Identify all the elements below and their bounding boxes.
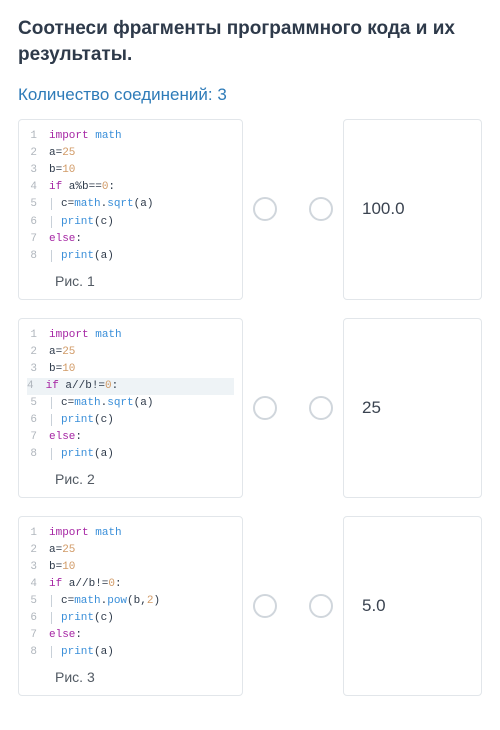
line-number: 3 (27, 361, 49, 378)
code-text: else: (49, 231, 82, 248)
code-text: c=math.sqrt(a) (49, 395, 153, 412)
connections-count: Количество соединений: 3 (18, 85, 482, 105)
code-text: print(a) (49, 248, 114, 265)
code-text: import math (49, 525, 122, 542)
code-text: if a//b!=0: (49, 576, 122, 593)
line-number: 8 (27, 644, 49, 661)
line-number: 3 (27, 162, 49, 179)
code-card: 1import math2a=253b=104if a//b!=0:5c=mat… (18, 318, 243, 498)
right-connector[interactable] (309, 594, 333, 618)
line-number: 4 (27, 380, 46, 392)
line-number: 1 (27, 128, 49, 145)
line-number: 5 (27, 395, 49, 412)
line-number: 6 (27, 412, 49, 429)
code-card: 1import math2a=253b=104if a%b==0:5c=math… (18, 119, 243, 299)
line-number: 7 (27, 231, 49, 248)
answer-card: 5.0 (343, 516, 482, 696)
code-text: a=25 (49, 344, 75, 361)
code-text: else: (49, 429, 82, 446)
line-number: 5 (27, 593, 49, 610)
code-line: 1import math (27, 327, 234, 344)
code-text: import math (49, 128, 122, 145)
code-text: print(c) (49, 412, 114, 429)
code-line: 3b=10 (27, 361, 234, 378)
code-text: b=10 (49, 162, 75, 179)
code-line: 8print(a) (27, 248, 234, 265)
match-row: 1import math2a=253b=104if a//b!=0:5c=mat… (18, 516, 482, 696)
line-number: 2 (27, 145, 49, 162)
code-line: 1import math (27, 128, 234, 145)
code-line: 2a=25 (27, 542, 234, 559)
code-text: if a%b==0: (49, 179, 115, 196)
match-row: 1import math2a=253b=104if a%b==0:5c=math… (18, 119, 482, 299)
code-block: 1import math2a=253b=104if a//b!=0:5c=mat… (27, 525, 234, 661)
line-number: 6 (27, 610, 49, 627)
code-line: 4if a//b!=0: (27, 576, 234, 593)
line-number: 7 (27, 429, 49, 446)
code-line: 2a=25 (27, 145, 234, 162)
code-text: a=25 (49, 145, 75, 162)
code-text: c=math.sqrt(a) (49, 196, 153, 213)
match-row: 1import math2a=253b=104if a//b!=0:5c=mat… (18, 318, 482, 498)
answer-text: 100.0 (362, 199, 405, 219)
code-text: b=10 (49, 361, 75, 378)
code-line: 7else: (27, 627, 234, 644)
code-text: print(c) (49, 610, 114, 627)
code-line: 6print(c) (27, 214, 234, 231)
code-line: 4if a//b!=0: (27, 378, 234, 395)
code-line: 8print(a) (27, 446, 234, 463)
code-line: 7else: (27, 231, 234, 248)
line-number: 4 (27, 179, 49, 196)
code-text: import math (49, 327, 122, 344)
right-connector[interactable] (309, 396, 333, 420)
code-line: 5c=math.sqrt(a) (27, 196, 234, 213)
code-line: 3b=10 (27, 559, 234, 576)
answer-text: 25 (362, 398, 381, 418)
code-line: 5c=math.sqrt(a) (27, 395, 234, 412)
line-number: 4 (27, 576, 49, 593)
code-text: c=math.pow(b,2) (49, 593, 160, 610)
code-line: 7else: (27, 429, 234, 446)
line-number: 7 (27, 627, 49, 644)
code-text: print(a) (49, 446, 114, 463)
code-block: 1import math2a=253b=104if a%b==0:5c=math… (27, 128, 234, 264)
code-line: 6print(c) (27, 412, 234, 429)
line-number: 8 (27, 446, 49, 463)
code-text: if a//b!=0: (46, 380, 119, 392)
right-connector[interactable] (309, 197, 333, 221)
line-number: 5 (27, 196, 49, 213)
line-number: 1 (27, 327, 49, 344)
answer-text: 5.0 (362, 596, 386, 616)
code-card: 1import math2a=253b=104if a//b!=0:5c=mat… (18, 516, 243, 696)
code-caption: Рис. 1 (27, 265, 234, 295)
question-title: Соотнеси фрагменты программного кода и и… (18, 16, 482, 67)
code-text: b=10 (49, 559, 75, 576)
code-text: print(c) (49, 214, 114, 231)
code-line: 1import math (27, 525, 234, 542)
code-line: 3b=10 (27, 162, 234, 179)
code-block: 1import math2a=253b=104if a//b!=0:5c=mat… (27, 327, 234, 463)
code-caption: Рис. 3 (27, 661, 234, 691)
left-connector[interactable] (253, 594, 277, 618)
code-text: a=25 (49, 542, 75, 559)
line-number: 2 (27, 344, 49, 361)
code-text: else: (49, 627, 82, 644)
left-connector[interactable] (253, 197, 277, 221)
code-line: 8print(a) (27, 644, 234, 661)
line-number: 3 (27, 559, 49, 576)
line-number: 2 (27, 542, 49, 559)
match-rows: 1import math2a=253b=104if a%b==0:5c=math… (18, 119, 482, 696)
code-line: 6print(c) (27, 610, 234, 627)
left-connector[interactable] (253, 396, 277, 420)
line-number: 8 (27, 248, 49, 265)
code-line: 4if a%b==0: (27, 179, 234, 196)
code-line: 5c=math.pow(b,2) (27, 593, 234, 610)
answer-card: 25 (343, 318, 482, 498)
code-caption: Рис. 2 (27, 463, 234, 493)
code-line: 2a=25 (27, 344, 234, 361)
code-text: print(a) (49, 644, 114, 661)
answer-card: 100.0 (343, 119, 482, 299)
line-number: 6 (27, 214, 49, 231)
line-number: 1 (27, 525, 49, 542)
